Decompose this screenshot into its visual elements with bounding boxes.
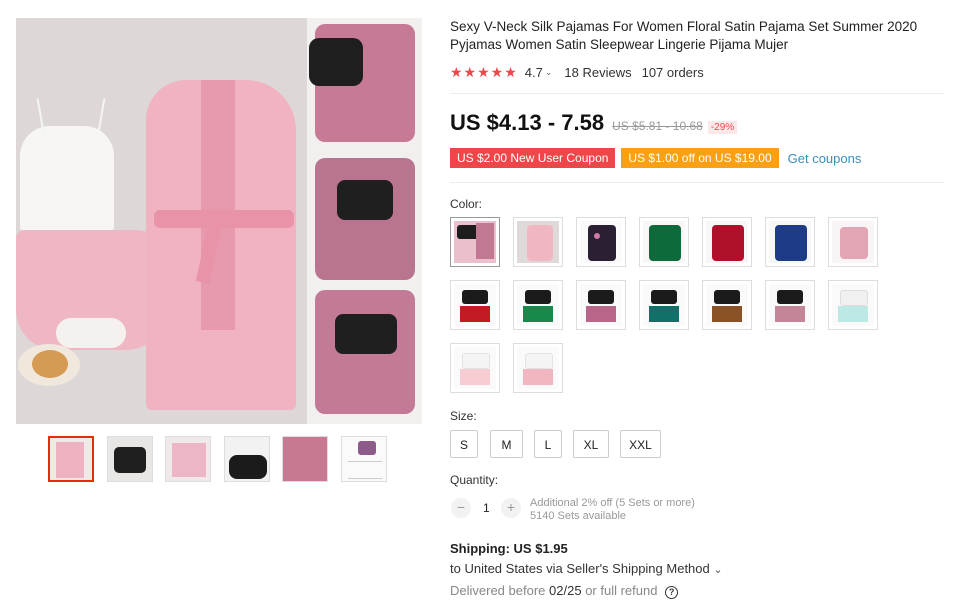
delivery-date: 02/25 xyxy=(549,583,582,598)
color-label: Color: xyxy=(450,197,483,211)
color-swatch-black-rose[interactable] xyxy=(765,280,815,330)
color-swatch-black-green[interactable] xyxy=(513,280,563,330)
color-swatch-black-pink[interactable] xyxy=(450,217,500,267)
chevron-down-icon[interactable]: ⌄ xyxy=(713,564,722,576)
thumbnail-6[interactable] xyxy=(341,436,387,482)
size-option-xl[interactable]: XL xyxy=(573,430,609,458)
original-price: US $5.81 - 10.68 xyxy=(612,119,703,133)
thumbnail-2[interactable] xyxy=(107,436,153,482)
delivery-estimate: Delivered before 02/25 or full refund ? xyxy=(450,583,679,599)
coupons-row: US $2.00 New User Coupon US $1.00 off on… xyxy=(450,148,861,168)
thumbnail-4[interactable] xyxy=(224,436,270,482)
size-label: Size: xyxy=(450,409,477,423)
color-swatch-black-red[interactable] xyxy=(450,280,500,330)
product-title: Sexy V-Neck Silk Pajamas For Women Flora… xyxy=(450,19,918,52)
size-option-xxl[interactable]: XXL xyxy=(620,430,661,458)
thumbnail-1[interactable] xyxy=(48,436,94,482)
color-swatch-navy[interactable] xyxy=(765,217,815,267)
orders-count: 107 orders xyxy=(641,64,704,80)
price-row: US $4.13 - 7.58 US $5.81 - 10.68 -29% xyxy=(450,110,738,136)
color-swatch-black-brown[interactable] xyxy=(702,280,752,330)
color-swatch-green[interactable] xyxy=(639,217,689,267)
divider xyxy=(450,93,944,94)
get-coupons-link[interactable]: Get coupons xyxy=(788,151,862,166)
color-swatch-pink-lace[interactable] xyxy=(828,217,878,267)
shipping-method-text[interactable]: to United States via Seller's Shipping M… xyxy=(450,561,710,576)
color-swatch-black-teal[interactable] xyxy=(639,280,689,330)
reviews-link[interactable]: 18 Reviews xyxy=(564,65,631,80)
color-swatch-red[interactable] xyxy=(702,217,752,267)
delivery-prefix: Delivered before xyxy=(450,583,546,598)
rating-row: ★★★★★ 4.7 ⌄ 18 Reviews 107 orders xyxy=(450,63,704,81)
shipping-method[interactable]: to United States via Seller's Shipping M… xyxy=(450,561,723,576)
thumbnail-3[interactable] xyxy=(165,436,211,482)
stock-available: 5140 Sets available xyxy=(530,510,627,522)
size-option-s[interactable]: S xyxy=(450,430,478,458)
color-swatch-pink-striped[interactable] xyxy=(513,217,563,267)
quantity-increase-button[interactable]: + xyxy=(501,498,521,518)
star-rating-icon: ★★★★★ xyxy=(450,63,518,80)
color-swatch-black-mauve[interactable] xyxy=(576,280,626,330)
new-user-coupon[interactable]: US $2.00 New User Coupon xyxy=(450,148,616,168)
color-swatch-floral-black[interactable] xyxy=(576,217,626,267)
delivery-suffix: or full refund xyxy=(585,583,658,598)
main-image-photo xyxy=(16,18,307,424)
current-price: US $4.13 - 7.58 xyxy=(450,110,605,135)
quantity-note: Additional 2% off (5 Sets or more) 5140 … xyxy=(530,497,695,523)
help-icon[interactable]: ? xyxy=(665,586,679,599)
size-option-m[interactable]: M xyxy=(490,430,523,458)
quantity-decrease-button[interactable]: − xyxy=(451,498,471,518)
divider xyxy=(450,182,944,183)
rating-value[interactable]: 4.7 xyxy=(525,65,543,80)
main-product-image[interactable] xyxy=(16,18,422,424)
discount-badge: -29% xyxy=(707,121,738,134)
quantity-label: Quantity: xyxy=(450,473,499,487)
thumbnail-5[interactable] xyxy=(282,436,328,482)
color-swatch-white-blush[interactable] xyxy=(513,343,563,393)
bulk-discount-note: Additional 2% off (5 Sets or more) xyxy=(530,497,695,509)
color-swatch-white-mint[interactable] xyxy=(828,280,878,330)
quantity-value[interactable]: 1 xyxy=(483,501,490,515)
size-option-l[interactable]: L xyxy=(534,430,562,458)
main-image-variants-strip xyxy=(307,18,422,424)
store-coupon[interactable]: US $1.00 off on US $19.00 xyxy=(621,148,779,168)
shipping-title: Shipping: US $1.95 xyxy=(450,541,568,556)
color-swatch-white-pink[interactable] xyxy=(450,343,500,393)
chevron-down-icon[interactable]: ⌄ xyxy=(545,67,553,78)
